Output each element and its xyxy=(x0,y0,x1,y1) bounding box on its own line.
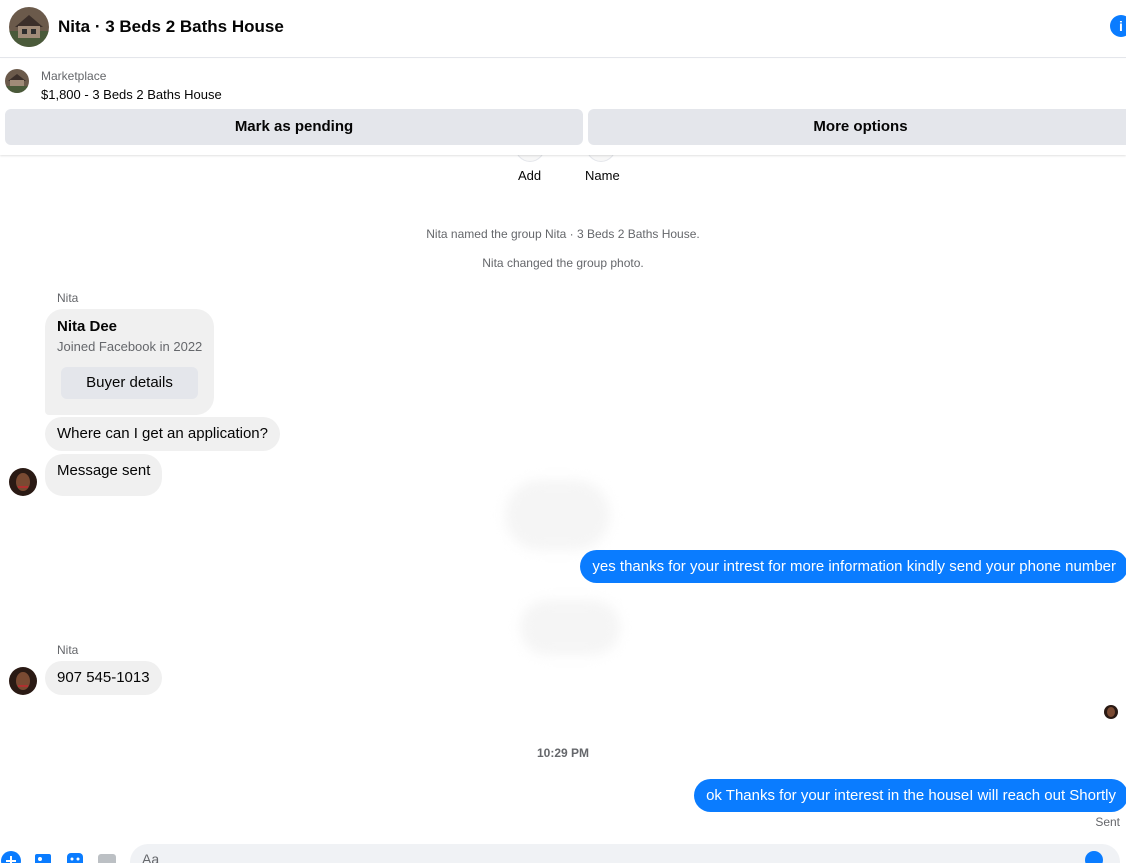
system-message-named: Nita named the group Nita · 3 Beds 2 Bat… xyxy=(426,227,700,241)
message-bubble[interactable]: Where can I get an application? xyxy=(45,417,280,451)
message-input[interactable]: Aa xyxy=(130,844,1120,863)
conversation-title[interactable]: Nita · 3 Beds 2 Baths House xyxy=(58,17,284,37)
buyer-profile-card: Nita Dee Joined Facebook in 2022 Buyer d… xyxy=(45,309,214,415)
composer-bar: Aa xyxy=(0,840,1126,863)
sticker-icon[interactable] xyxy=(65,851,85,863)
marketplace-listing-bar: Marketplace $1,800 - 3 Beds 2 Baths Hous… xyxy=(0,59,1126,155)
info-icon[interactable]: i xyxy=(1110,15,1126,37)
more-options-button[interactable]: More options xyxy=(588,109,1126,145)
avatar[interactable] xyxy=(9,468,37,496)
message-bubble-outgoing[interactable]: yes thanks for your intrest for more inf… xyxy=(580,550,1126,583)
message-bubble[interactable]: 907 545-1013 xyxy=(45,661,162,695)
timestamp: 10:29 PM xyxy=(536,746,590,760)
sender-name: Nita xyxy=(57,643,79,657)
sender-name: Nita xyxy=(57,291,79,305)
name-label: Name xyxy=(585,168,620,183)
message-bubble-outgoing[interactable]: ok Thanks for your interest in the house… xyxy=(694,779,1126,812)
buyer-details-button[interactable]: Buyer details xyxy=(61,367,198,399)
read-receipt-avatar xyxy=(1104,705,1118,719)
add-label: Add xyxy=(518,168,542,183)
blurred-content xyxy=(505,480,610,550)
blurred-content xyxy=(520,600,620,655)
listing-price-title[interactable]: $1,800 - 3 Beds 2 Baths House xyxy=(41,87,222,102)
buyer-joined: Joined Facebook in 2022 xyxy=(57,339,203,354)
emoji-icon[interactable] xyxy=(1085,851,1103,863)
photo-icon[interactable] xyxy=(33,851,53,863)
avatar[interactable] xyxy=(9,667,37,695)
listing-thumbnail[interactable] xyxy=(5,69,29,93)
plus-icon[interactable] xyxy=(1,851,21,863)
group-photo[interactable] xyxy=(9,7,49,47)
message-bubble[interactable]: Message sent xyxy=(45,454,163,496)
buyer-name: Nita Dee xyxy=(57,318,118,335)
sent-status: Sent xyxy=(1095,815,1120,829)
marketplace-label: Marketplace xyxy=(41,69,107,83)
system-message-photo: Nita changed the group photo. xyxy=(482,256,644,270)
mark-as-pending-button[interactable]: Mark as pending xyxy=(5,109,583,145)
conversation-header: Nita · 3 Beds 2 Baths House i xyxy=(0,0,1126,58)
gif-icon[interactable] xyxy=(97,851,117,863)
